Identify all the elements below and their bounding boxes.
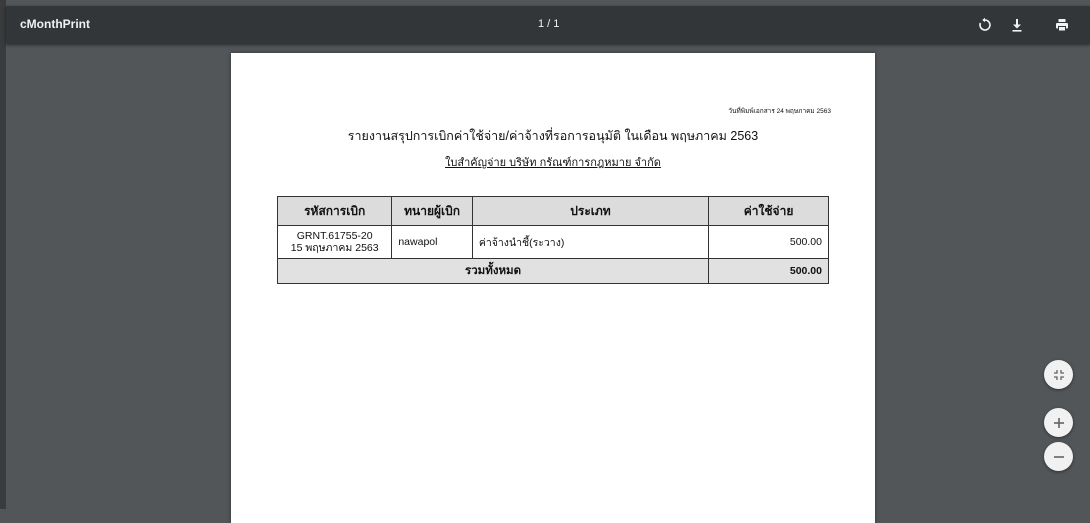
rotate-icon [979,17,991,31]
row-code-cell: GRNT.61755-20 15 พฤษภาคม 2563 [276,225,393,259]
document-title: cMonthPrint [20,17,90,31]
header-amount: ค่าใช้จ่าย [708,196,829,226]
download-icon [1012,19,1022,32]
report-subtitle-wrap: ใบสำคัญจ่าย บริษัท กรัณฑ์การกฎหมาย จำกัด [231,151,875,171]
window-frame [0,0,6,509]
row-date: 15 พฤษภาคม 2563 [290,242,379,254]
table-row: GRNT.61755-20 15 พฤษภาคม 2563 nawapol ค่… [276,225,829,259]
print-button[interactable] [1052,15,1072,35]
expense-table: รหัสการเบิก ทนายผู้เบิก ประเภท ค่าใช้จ่า… [276,196,829,284]
fit-page-button[interactable] [1044,360,1073,389]
row-lawyer: nawapol [391,225,473,259]
header-type: ประเภท [471,196,710,226]
report-subtitle: ใบสำคัญจ่าย บริษัท กรัณฑ์การกฎหมาย จำกัด [445,157,661,169]
table-header-row: รหัสการเบิก ทนายผู้เบิก ประเภท ค่าใช้จ่า… [276,196,829,226]
report-title: รายงานสรุปการเบิกค่าใช้จ่าย/ค่าจ้างที่รอ… [347,129,759,143]
table-total-row: รวมทั้งหมด 500.00 [276,258,829,284]
fit-page-icon [1053,369,1064,380]
print-icon [1056,19,1068,32]
header-code: รหัสการเบิก [276,196,393,226]
total-amount: 500.00 [708,258,829,284]
print-date: วันที่พิมพ์เอกสาร 24 พฤษภาคม 2563 [728,108,831,115]
rotate-button[interactable] [975,15,995,35]
document-page: วันที่พิมพ์เอกสาร 24 พฤษภาคม 2563 รายงาน… [231,53,875,523]
row-amount: 500.00 [708,225,829,259]
viewer-toolbar: cMonthPrint 1 / 1 [6,6,1090,44]
zoom-out-icon [1053,455,1064,458]
page-indicator: 1 / 1 [538,18,560,30]
zoom-in-icon [1053,417,1064,428]
row-type: ค่าจ้างนำชี้(ระวาง) [471,225,710,259]
zoom-out-button[interactable] [1044,442,1073,471]
total-label: รวมทั้งหมด [276,258,710,284]
download-button[interactable] [1007,15,1027,35]
row-code: GRNT.61755-20 [296,230,373,242]
zoom-in-button[interactable] [1044,408,1073,437]
header-lawyer: ทนายผู้เบิก [391,196,473,226]
